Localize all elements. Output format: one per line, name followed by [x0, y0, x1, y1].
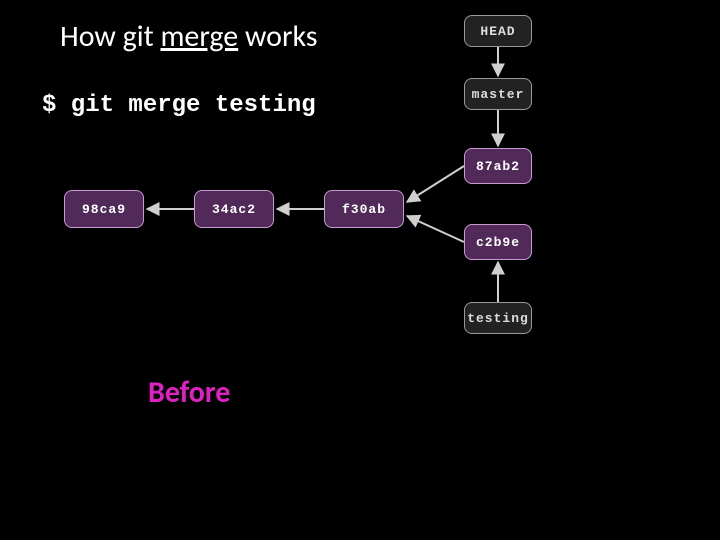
node-87ab2: 87ab2	[464, 148, 532, 184]
slide-title: How git merge works	[60, 18, 318, 55]
node-label: master	[472, 87, 525, 102]
node-master: master	[464, 78, 532, 110]
node-label: HEAD	[480, 24, 515, 39]
edge-87ab2-f30ab	[407, 166, 464, 202]
node-98ca9: 98ca9	[64, 190, 144, 228]
node-34ac2: 34ac2	[194, 190, 274, 228]
node-label: c2b9e	[476, 235, 520, 250]
node-f30ab: f30ab	[324, 190, 404, 228]
node-label: testing	[467, 311, 529, 326]
edge-c2b9e-f30ab	[407, 216, 464, 242]
node-head: HEAD	[464, 15, 532, 47]
node-label: f30ab	[342, 202, 386, 217]
node-label: 87ab2	[476, 159, 520, 174]
title-prefix: How git	[60, 18, 160, 55]
node-testing: testing	[464, 302, 532, 334]
command-text: $ git merge testing	[42, 92, 316, 119]
node-c2b9e: c2b9e	[464, 224, 532, 260]
title-suffix: works	[238, 18, 317, 55]
arrows-layer	[0, 0, 720, 540]
before-label: Before	[148, 374, 230, 411]
title-underline: merge	[160, 18, 238, 55]
node-label: 34ac2	[212, 202, 256, 217]
node-label: 98ca9	[82, 202, 126, 217]
